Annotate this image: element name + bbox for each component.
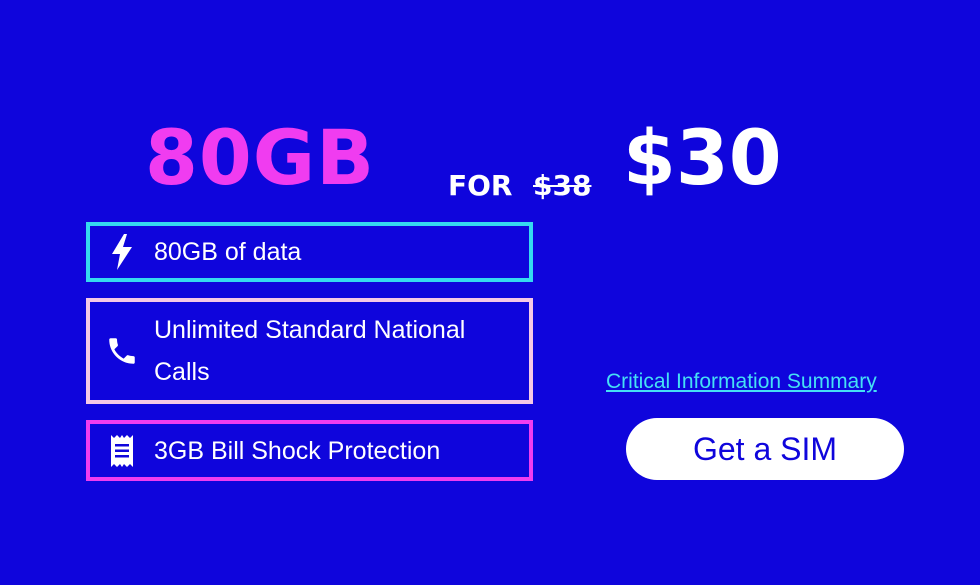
feature-label: 3GB Bill Shock Protection [154, 436, 441, 465]
get-a-sim-button[interactable]: Get a SIM [626, 418, 904, 480]
lightning-bolt-icon [90, 234, 154, 270]
offer-headline: 80GB FOR $38 $30 [145, 108, 865, 208]
phone-icon [90, 334, 154, 368]
new-price: $30 [623, 113, 782, 202]
receipt-icon [90, 434, 154, 467]
feature-calls: Unlimited Standard National Calls [86, 298, 533, 404]
for-text: FOR [448, 169, 513, 202]
feature-data: 80GB of data [86, 222, 533, 282]
feature-label: Unlimited Standard National Calls [154, 309, 465, 393]
feature-bill-shock: 3GB Bill Shock Protection [86, 420, 533, 481]
data-amount: 80GB [145, 113, 376, 202]
feature-label-line-2: Calls [154, 358, 210, 386]
feature-label-line-1: Unlimited Standard National [154, 316, 466, 344]
old-price: $38 [533, 169, 592, 202]
critical-information-summary-link[interactable]: Critical Information Summary [606, 368, 877, 396]
feature-label: 80GB of data [154, 238, 302, 266]
